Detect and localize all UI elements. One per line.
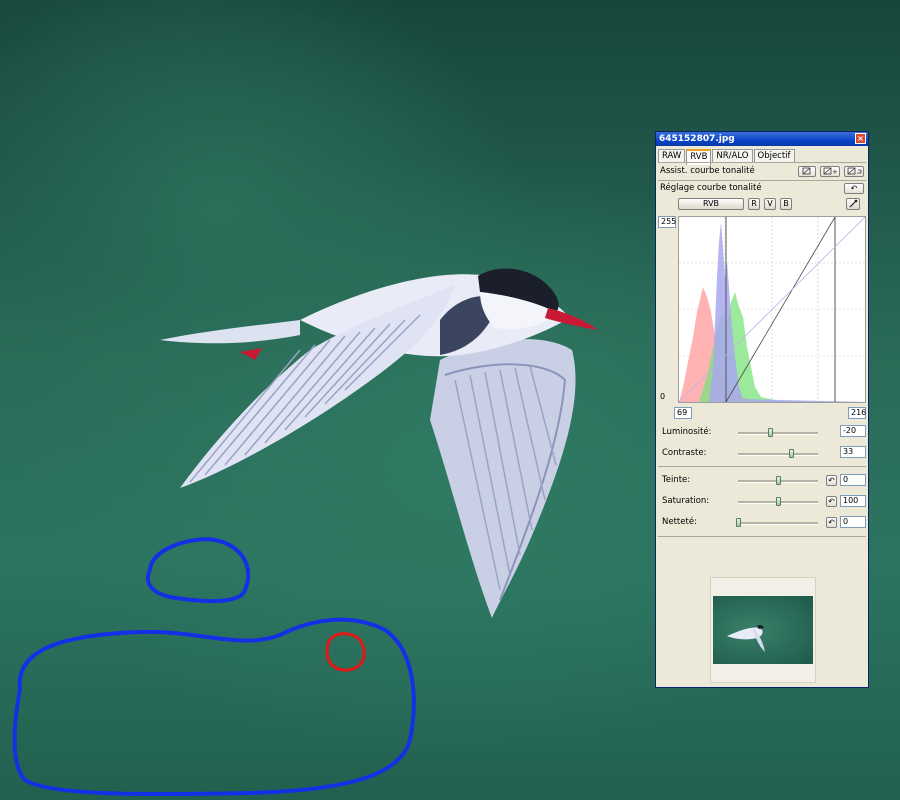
sharpness-field[interactable]: 0 [840, 516, 866, 528]
sharpness-label: Netteté: [662, 517, 697, 527]
channel-r-button[interactable]: R [748, 198, 760, 210]
close-button[interactable]: × [855, 133, 866, 144]
input-low-field[interactable]: 69 [674, 407, 692, 419]
contrast-label: Contraste: [662, 448, 707, 458]
tone-curve-graph[interactable] [678, 216, 866, 403]
tone-adjust-row: Réglage courbe tonalité [658, 182, 866, 195]
bird-tail [160, 320, 300, 344]
tone-adjust-label: Réglage courbe tonalité [660, 183, 762, 193]
tab-strip: RAW RVB NR/ALO Objectif [658, 149, 796, 165]
saturation-thumb[interactable] [776, 497, 781, 506]
contrast-slider[interactable] [738, 449, 818, 458]
preview-thumbnail-frame[interactable] [710, 577, 816, 683]
channel-b-button[interactable]: B [780, 198, 792, 210]
contrast-thumb[interactable] [788, 449, 794, 458]
hue-label: Teinte: [662, 475, 691, 485]
adjustment-dialog: 645152807.jpg × RAW RVB NR/ALO Objectif … [655, 131, 869, 688]
divider [658, 180, 866, 181]
saturation-slider[interactable] [738, 497, 818, 506]
annotation-blue-small [145, 537, 251, 604]
saturation-field[interactable]: 100 [840, 495, 866, 507]
tone-curve-line [725, 217, 836, 402]
saturation-label: Saturation: [662, 496, 710, 506]
hue-reset-button[interactable]: ↶ [826, 475, 837, 486]
annotation-red [325, 632, 366, 672]
tone-assist-label: Assist. courbe tonalité [660, 166, 755, 176]
tab-raw[interactable]: RAW [658, 149, 686, 163]
hue-slider[interactable] [738, 476, 818, 485]
tab-divider [658, 162, 866, 163]
sharpness-thumb[interactable] [736, 518, 741, 527]
dialog-titlebar[interactable]: 645152807.jpg × [656, 132, 868, 146]
auto-curve-plus-button[interactable]: + [820, 166, 840, 177]
divider [658, 536, 866, 537]
contrast-field[interactable]: 33 [840, 446, 866, 458]
hue-thumb[interactable] [776, 476, 781, 485]
tone-reset-button[interactable]: ↶ [844, 183, 864, 194]
sharpness-reset-button[interactable]: ↶ [826, 517, 837, 528]
channel-v-button[interactable]: V [764, 198, 776, 210]
eyedropper-icon [849, 199, 858, 208]
luminosity-field[interactable]: -20 [840, 425, 866, 437]
luminosity-slider[interactable] [738, 428, 818, 437]
output-max-value[interactable]: 255 [658, 216, 676, 228]
preview-thumbnail [713, 596, 813, 664]
curve-undo-icon [847, 167, 862, 175]
auto-curve-reset-button[interactable] [844, 166, 864, 177]
sharpness-slider[interactable] [736, 518, 818, 527]
channel-rvb-button[interactable]: RVB [678, 198, 744, 210]
tab-objectif[interactable]: Objectif [753, 149, 795, 163]
tab-nr-alo[interactable]: NR/ALO [712, 149, 753, 163]
eyedropper-button[interactable] [846, 198, 860, 210]
output-min-label: 0 [660, 392, 666, 401]
dialog-title: 645152807.jpg [659, 134, 735, 144]
histogram-chart [679, 217, 865, 402]
luminosity-label: Luminosité: [662, 427, 712, 437]
curve-linear-icon [802, 167, 811, 175]
annotation-blue-large [12, 617, 416, 797]
divider [658, 466, 866, 467]
hue-field[interactable]: 0 [840, 474, 866, 486]
linear-curve-button[interactable] [798, 166, 816, 177]
curve-plus-icon: + [823, 167, 838, 176]
saturation-reset-button[interactable]: ↶ [826, 496, 837, 507]
luminosity-thumb[interactable] [768, 428, 773, 437]
svg-text:+: + [832, 168, 838, 176]
input-high-field[interactable]: 216 [848, 407, 866, 419]
thumbnail-bird [727, 624, 765, 652]
